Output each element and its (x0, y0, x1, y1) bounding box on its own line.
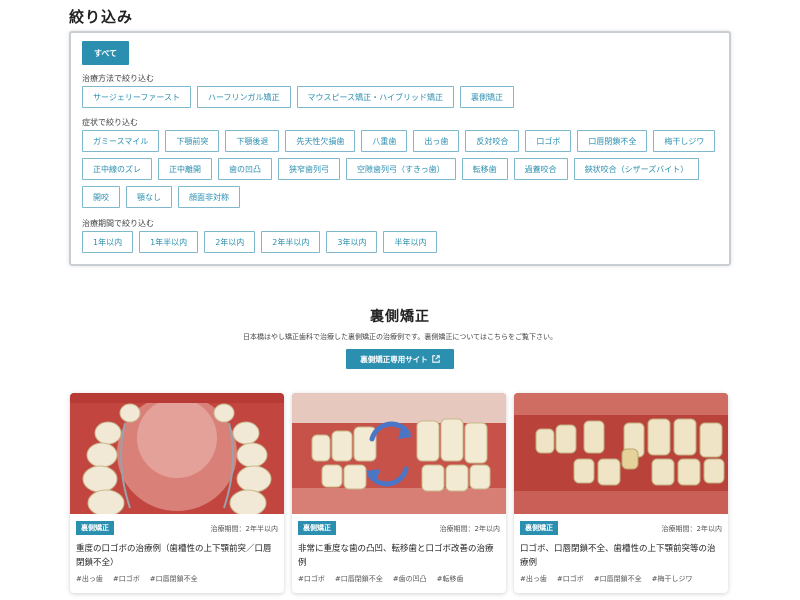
filter-title: 絞り込み (69, 8, 134, 26)
symptom-filter-label: 症状で絞り込む (82, 118, 138, 127)
case-photo (292, 393, 506, 514)
period-filter-chip[interactable]: 2年以内 (204, 231, 256, 253)
period-filter-chip[interactable]: 3年以内 (326, 231, 378, 253)
treatment-badge: 裏側矯正 (520, 521, 558, 535)
case-tag[interactable]: #口唇閉鎖不全 (335, 574, 383, 584)
method-filter-chip[interactable]: ハーフリンガル矯正 (196, 86, 291, 108)
method-chip-row: サージェリーファースト ハーフリンガル矯正 マウスピース矯正・ハイブリッド矯正 裏側矯… (82, 86, 722, 108)
method-filter-chip[interactable]: 裏側矯正 (459, 86, 514, 108)
all-filter-button[interactable]: すべて (82, 41, 129, 65)
case-tag[interactable]: #口唇閉鎖不全 (594, 574, 642, 584)
symptom-filter-chip[interactable]: 顔面非対称 (178, 186, 240, 208)
symptom-filter-chip[interactable]: 開咬 (82, 186, 120, 208)
case-card[interactable]: 裏側矯正 治療期間：2年半以内 重度の口ゴボの治療例（歯槽性の上下顎前突／口唇閉… (70, 393, 284, 593)
symptom-filter-chip[interactable]: 八重歯 (361, 130, 408, 152)
symptom-filter-chip[interactable]: 口ゴボ (525, 130, 572, 152)
symptom-filter-chip[interactable]: 鋏状咬合（シザーズバイト） (573, 158, 700, 180)
symptom-filter-chip[interactable]: 先天性欠損歯 (285, 130, 356, 152)
case-tag[interactable]: #口ゴボ (557, 574, 584, 584)
external-link-icon (432, 355, 440, 363)
symptom-filter-chip[interactable]: ガミースマイル (82, 130, 160, 152)
case-card[interactable]: 裏側矯正 治療期間：2年以内 非常に重度な歯の凸凹、転移歯と口ゴボ改善の治療例 … (292, 393, 506, 593)
section-title: 裏側矯正 (370, 309, 430, 325)
period-filter-chip[interactable]: 1年半以内 (139, 231, 199, 253)
case-title: 重度の口ゴボの治療例（歯槽性の上下顎前突／口唇閉鎖不全） (76, 544, 272, 568)
period-filter-label: 治療期間で絞り込む (82, 219, 154, 228)
case-photo (514, 393, 728, 514)
case-tag[interactable]: #口ゴボ (298, 574, 325, 584)
section-description: 日本橋はやし矯正歯科で治療した裏側矯正の治療例です。裏側矯正についてはこちらをご… (243, 333, 557, 341)
period-filter-chip[interactable]: 1年以内 (82, 231, 134, 253)
symptom-filter-chip[interactable]: 空隙歯列弓（すきっ歯） (346, 158, 456, 180)
treatment-badge: 裏側矯正 (298, 521, 336, 535)
case-tag[interactable]: #口唇閉鎖不全 (150, 574, 198, 584)
symptom-filter-chip[interactable]: 口唇閉鎖不全 (577, 130, 648, 152)
symptom-filter-chip[interactable]: 顎なし (126, 186, 172, 208)
case-tag[interactable]: #転移歯 (437, 574, 464, 584)
case-tag[interactable]: #口ゴボ (113, 574, 140, 584)
period-filter-chip[interactable]: 2年半以内 (261, 231, 321, 253)
case-photo (70, 393, 284, 514)
method-filter-chip[interactable]: マウスピース矯正・ハイブリッド矯正 (296, 86, 454, 108)
treatment-badge: 裏側矯正 (76, 521, 114, 535)
symptom-filter-chip[interactable]: 過蓋咬合 (513, 158, 568, 180)
symptom-filter-chip[interactable]: 下顎前突 (165, 130, 220, 152)
symptom-filter-chip[interactable]: 歯の凹凸 (218, 158, 272, 180)
symptom-filter-chip[interactable]: 下顎後退 (225, 130, 280, 152)
treatment-period: 治療期間：2年半以内 (210, 525, 278, 533)
lingual-site-button[interactable]: 裏側矯正専用サイト (346, 349, 454, 369)
site-button-label: 裏側矯正専用サイト (360, 354, 428, 364)
case-tag[interactable]: #梅干しジワ (652, 574, 693, 584)
period-filter-chip[interactable]: 半年以内 (383, 231, 438, 253)
symptom-filter-chip[interactable]: 梅干しジワ (653, 130, 716, 152)
filter-panel: すべて 治療方法で絞り込む サージェリーファースト ハーフリンガル矯正 マウスピース… (69, 31, 731, 266)
symptom-chip-row: ガミースマイル 下顎前突 下顎後退 先天性欠損歯 八重歯 出っ歯 反対咬合 口ゴボ 口唇閉鎖不全… (82, 130, 722, 208)
symptom-filter-chip[interactable]: 正中離開 (158, 158, 212, 180)
symptom-filter-chip[interactable]: 転移歯 (461, 158, 508, 180)
case-tags: #出っ歯 #口ゴボ #口唇閉鎖不全 #梅干しジワ (520, 574, 693, 584)
period-chip-row: 1年以内 1年半以内 2年以内 2年半以内 3年以内 半年以内 (82, 231, 722, 253)
symptom-filter-chip[interactable]: 狭窄歯列弓 (278, 158, 340, 180)
symptom-filter-chip[interactable]: 反対咬合 (465, 130, 520, 152)
case-tag[interactable]: #歯の凹凸 (393, 574, 427, 584)
case-tags: #出っ歯 #口ゴボ #口唇閉鎖不全 (76, 574, 198, 584)
method-filter-chip[interactable]: サージェリーファースト (82, 86, 191, 108)
case-tag[interactable]: #出っ歯 (520, 574, 547, 584)
case-title: 口ゴボ、口唇閉鎖不全、歯槽性の上下顎前突等の治療例 (520, 544, 716, 568)
treatment-period: 治療期間：2年以内 (439, 525, 500, 533)
case-card[interactable]: 裏側矯正 治療期間：2年以内 口ゴボ、口唇閉鎖不全、歯槽性の上下顎前突等の治療例… (514, 393, 728, 593)
symptom-filter-chip[interactable]: 正中線のズレ (82, 158, 152, 180)
treatment-period: 治療期間：2年以内 (661, 525, 722, 533)
case-tags: #口ゴボ #口唇閉鎖不全 #歯の凹凸 #転移歯 (298, 574, 464, 584)
method-filter-label: 治療方法で絞り込む (82, 74, 154, 83)
case-tag[interactable]: #出っ歯 (76, 574, 103, 584)
case-title: 非常に重度な歯の凸凹、転移歯と口ゴボ改善の治療例 (298, 544, 494, 568)
symptom-filter-chip[interactable]: 出っ歯 (413, 130, 460, 152)
